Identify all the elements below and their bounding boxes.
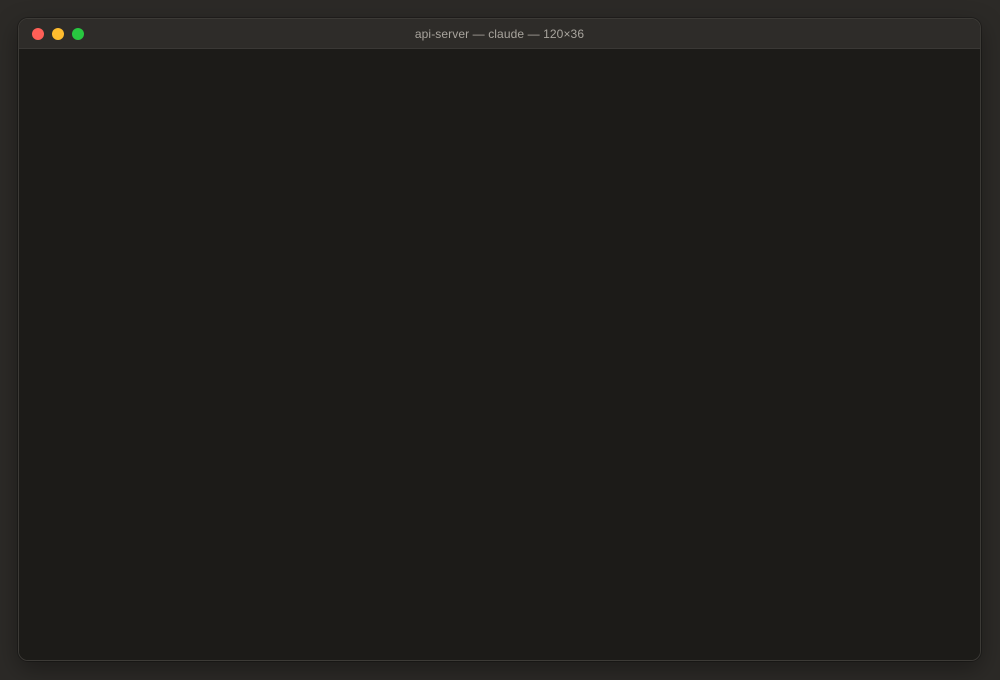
desktop: api-server — claude — 120×36 xyxy=(0,0,1000,680)
terminal-window: api-server — claude — 120×36 xyxy=(18,18,981,661)
window-title: api-server — claude — 120×36 xyxy=(414,27,585,41)
title-bar[interactable]: api-server — claude — 120×36 xyxy=(19,19,980,49)
terminal-content-area[interactable] xyxy=(19,49,980,660)
